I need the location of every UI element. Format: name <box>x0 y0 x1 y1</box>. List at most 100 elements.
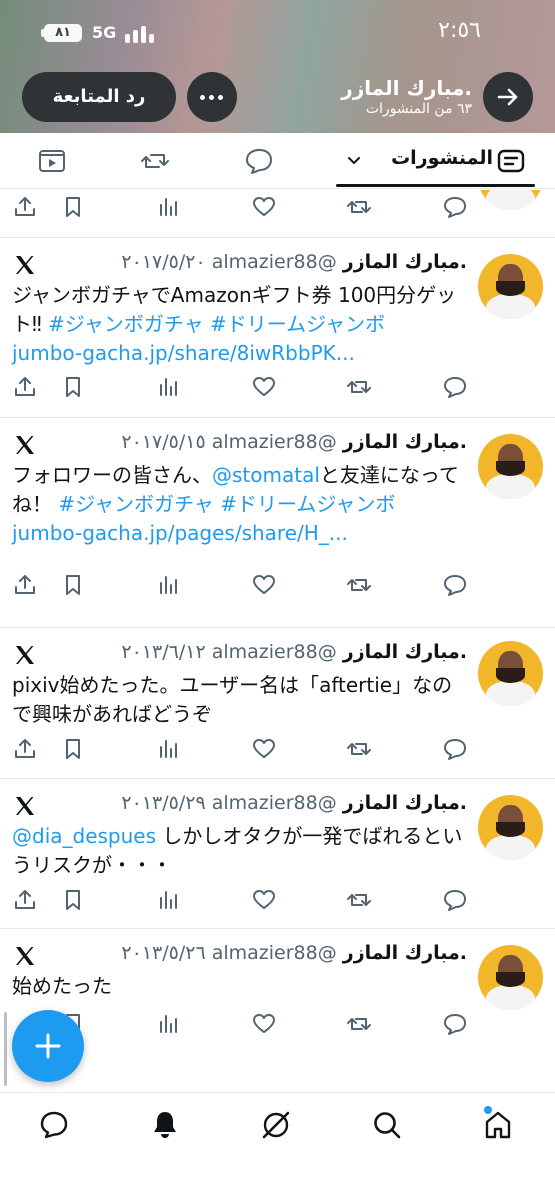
author-handle[interactable]: @almazier88 <box>212 251 337 273</box>
repost-icon <box>347 894 371 906</box>
tweet-link[interactable]: jumbo-gacha.jp/pages/share/H_... <box>12 521 348 545</box>
tweet-date: ٢٠١٧/٥/١٥ <box>121 431 206 453</box>
reply-button[interactable] <box>442 887 468 913</box>
avatar[interactable] <box>478 190 543 210</box>
author-name[interactable]: .مبارك المازر <box>343 251 467 273</box>
tweet-date: ٢٠١٣/٥/٢٦ <box>121 942 206 964</box>
reply-button[interactable] <box>442 374 468 400</box>
author-handle[interactable]: @almazier88 <box>212 431 337 453</box>
reply-icon <box>444 1014 466 1035</box>
tweet-meta: .مبارك المازر @almazier88 ٢٠١٣/٥/٢٩ <box>121 792 467 814</box>
repost-button[interactable] <box>346 194 372 220</box>
author-name[interactable]: .مبارك المازر <box>343 641 467 663</box>
nav-messages[interactable] <box>38 1109 70 1141</box>
like-icon <box>253 377 275 396</box>
share-button[interactable] <box>12 194 38 220</box>
like-button[interactable] <box>251 1011 277 1037</box>
bookmark-button[interactable] <box>60 736 86 762</box>
repost-button[interactable] <box>346 374 372 400</box>
tweet[interactable]: .مبارك المازر @almazier88 ٢٠١٣/٦/١٢ pixi… <box>0 627 555 778</box>
reply-button[interactable] <box>442 1011 468 1037</box>
like-button[interactable] <box>251 194 277 220</box>
hashtags[interactable]: #ジャンボガチャ #ドリームジャンボ <box>48 312 385 336</box>
bookmark-button[interactable] <box>60 572 86 598</box>
tab-media[interactable] <box>30 133 74 189</box>
share-icon <box>15 739 35 758</box>
active-tab-indicator <box>336 184 535 187</box>
like-button[interactable] <box>251 374 277 400</box>
reply-button[interactable] <box>442 572 468 598</box>
views-button[interactable] <box>156 194 182 220</box>
share-icon <box>15 575 35 594</box>
avatar[interactable] <box>478 254 543 319</box>
scrollbar-thumb[interactable] <box>4 1012 7 1086</box>
tweet-actions <box>0 732 555 768</box>
posts-count: ٦٣ من المنشورات <box>365 101 472 117</box>
reply-icon <box>444 377 466 398</box>
repost-icon <box>347 1018 371 1030</box>
tweet[interactable]: .مبارك المازر @almazier88 ٢٠١٧/٥/١٥ フォロワ… <box>0 417 555 627</box>
author-handle[interactable]: @almazier88 <box>212 641 337 663</box>
bookmark-button[interactable] <box>60 887 86 913</box>
author-name[interactable]: .مبارك المازر <box>343 942 467 964</box>
repost-button[interactable] <box>346 887 372 913</box>
signal-icon <box>125 23 157 43</box>
back-button[interactable] <box>483 72 533 122</box>
share-icon <box>15 377 35 396</box>
follow-back-button[interactable]: رد المتابعة <box>22 72 176 122</box>
bookmark-button[interactable] <box>60 194 86 220</box>
like-button[interactable] <box>251 887 277 913</box>
repost-button[interactable] <box>346 1011 372 1037</box>
reply-button[interactable] <box>442 736 468 762</box>
tweet-actions <box>0 568 555 604</box>
tab-reposts[interactable] <box>133 133 177 189</box>
author-handle[interactable]: @almazier88 <box>212 792 337 814</box>
mention[interactable]: @dia_despues <box>12 824 156 848</box>
tweet-meta: .مبارك المازر @almazier88 ٢٠١٧/٥/١٥ <box>121 431 467 453</box>
share-button[interactable] <box>12 374 38 400</box>
repost-icon <box>347 201 371 213</box>
views-button[interactable] <box>156 572 182 598</box>
status-bar: ٨١ 5G ٢:٥٦ <box>0 0 555 62</box>
bookmark-button[interactable] <box>60 374 86 400</box>
repost-button[interactable] <box>346 736 372 762</box>
author-name[interactable]: .مبارك المازر <box>343 792 467 814</box>
like-icon <box>253 890 275 909</box>
repost-button[interactable] <box>346 572 372 598</box>
author-handle[interactable]: @almazier88 <box>212 942 337 964</box>
share-button[interactable] <box>12 572 38 598</box>
share-button[interactable] <box>12 736 38 762</box>
avatar[interactable] <box>478 434 543 499</box>
views-button[interactable] <box>156 887 182 913</box>
tweet[interactable]: .مبارك المازر @almazier88 ٢٠١٧/٥/٢٠ ジャンボ… <box>0 237 555 417</box>
author-name[interactable]: .مبارك المازر <box>343 431 467 453</box>
tweet-link[interactable]: jumbo-gacha.jp/share/8iwRbbPK... <box>12 341 355 365</box>
tab-posts[interactable]: المنشورات <box>336 133 535 189</box>
nav-notifications[interactable] <box>149 1109 181 1141</box>
views-button[interactable] <box>156 374 182 400</box>
more-options-button[interactable] <box>187 72 237 122</box>
search-icon <box>374 1112 401 1139</box>
nav-grok[interactable] <box>260 1109 292 1141</box>
mention[interactable]: @stomatal <box>212 463 320 487</box>
nav-search[interactable] <box>371 1109 403 1141</box>
battery-level: ٨١ <box>55 25 71 40</box>
tweet[interactable]: .مبارك المازر @almazier88 ٢٠١٣/٥/٢٩ @dia… <box>0 778 555 928</box>
reply-icon <box>444 197 466 218</box>
dot-icon <box>200 95 205 100</box>
share-button[interactable] <box>12 887 38 913</box>
posts-feed[interactable]: .مبارك المازر @almazier88 ٢٠١٧/٥/٢٠ ジャンボ… <box>0 190 555 1092</box>
avatar[interactable] <box>478 795 543 860</box>
reply-button[interactable] <box>442 194 468 220</box>
like-button[interactable] <box>251 736 277 762</box>
avatar[interactable] <box>478 945 543 1010</box>
chevron-down-icon <box>348 157 360 165</box>
compose-button[interactable] <box>12 1010 84 1082</box>
tab-replies[interactable] <box>237 133 281 189</box>
like-button[interactable] <box>251 572 277 598</box>
views-button[interactable] <box>156 1011 182 1037</box>
avatar[interactable] <box>478 641 543 706</box>
views-button[interactable] <box>156 736 182 762</box>
hashtags[interactable]: #ジャンボガチャ #ドリームジャンボ <box>58 492 395 516</box>
tweet-meta: .مبارك المازر @almazier88 ٢٠١٧/٥/٢٠ <box>121 251 467 273</box>
